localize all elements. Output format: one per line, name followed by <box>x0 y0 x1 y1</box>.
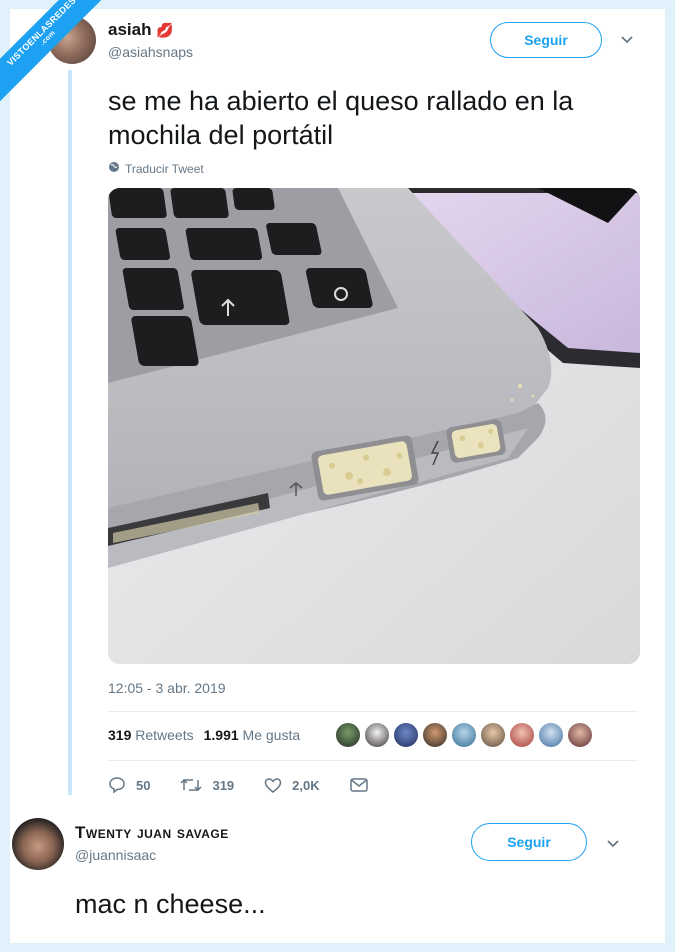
lips-icon: 💋 <box>156 22 174 38</box>
follow-button[interactable]: Seguir <box>490 22 602 58</box>
reply-icon <box>108 776 126 794</box>
laptop-photo-illustration <box>108 188 640 664</box>
avatar[interactable] <box>422 722 448 748</box>
chevron-down-icon[interactable] <box>620 32 634 48</box>
like-count: 2,0K <box>292 777 320 793</box>
tweet-text: se me ha abierto el queso rallado en la … <box>108 84 573 152</box>
reply-author-name[interactable]: Twenty juan savage <box>75 823 229 843</box>
avatar[interactable] <box>364 722 390 748</box>
translate-label: Traducir Tweet <box>125 161 204 176</box>
translate-link[interactable]: Traducir Tweet <box>108 161 204 176</box>
likes-stat[interactable]: 1.991 Me gusta <box>204 727 301 743</box>
avatar[interactable] <box>538 722 564 748</box>
avatar[interactable] <box>393 722 419 748</box>
like-button[interactable]: 2,0K <box>264 777 320 794</box>
tweet-timestamp[interactable]: 12:05 - 3 abr. 2019 <box>108 680 226 696</box>
avatar[interactable] <box>509 722 535 748</box>
tweet-stats: 319 Retweets 1.991 Me gusta <box>108 727 300 743</box>
likes-count: 1.991 <box>203 727 239 743</box>
avatar[interactable] <box>480 722 506 748</box>
message-icon <box>349 778 368 792</box>
tweet-text-line-1: se me ha abierto el queso rallado en la <box>108 86 574 116</box>
reply-button[interactable]: 50 <box>108 776 150 794</box>
globe-icon <box>108 161 120 176</box>
tweet-actions: 50 319 2,0K <box>108 776 398 794</box>
reply-author-handle[interactable]: @juannisaac <box>75 847 156 863</box>
likers-avatars <box>335 722 593 748</box>
retweets-count: 319 <box>108 727 132 743</box>
like-icon <box>264 777 282 794</box>
avatar[interactable] <box>335 722 361 748</box>
divider <box>108 760 638 761</box>
direct-message-button[interactable] <box>349 778 368 792</box>
retweets-label: Retweets <box>135 727 194 743</box>
reply-count: 50 <box>136 777 151 793</box>
avatar[interactable] <box>451 722 477 748</box>
likes-label: Me gusta <box>242 727 301 743</box>
retweet-button[interactable]: 319 <box>180 776 234 794</box>
thread-line <box>68 70 72 795</box>
retweets-stat[interactable]: 319 Retweets <box>108 727 194 743</box>
avatar[interactable] <box>567 722 593 748</box>
author-name-text: asiah <box>108 20 152 39</box>
chevron-down-icon[interactable] <box>606 836 620 852</box>
tweet-text-line-2: mochila del portátil <box>108 120 334 150</box>
author-handle[interactable]: @asiahsnaps <box>108 44 193 60</box>
author-name[interactable]: asiah 💋 <box>108 20 174 40</box>
retweet-count: 319 <box>212 777 235 793</box>
divider <box>108 711 638 712</box>
retweet-icon <box>180 776 202 794</box>
reply-follow-button[interactable]: Seguir <box>471 823 587 861</box>
tweet-photo[interactable] <box>108 188 640 664</box>
avatar[interactable] <box>12 818 64 870</box>
reply-text: mac n cheese... <box>75 889 266 919</box>
